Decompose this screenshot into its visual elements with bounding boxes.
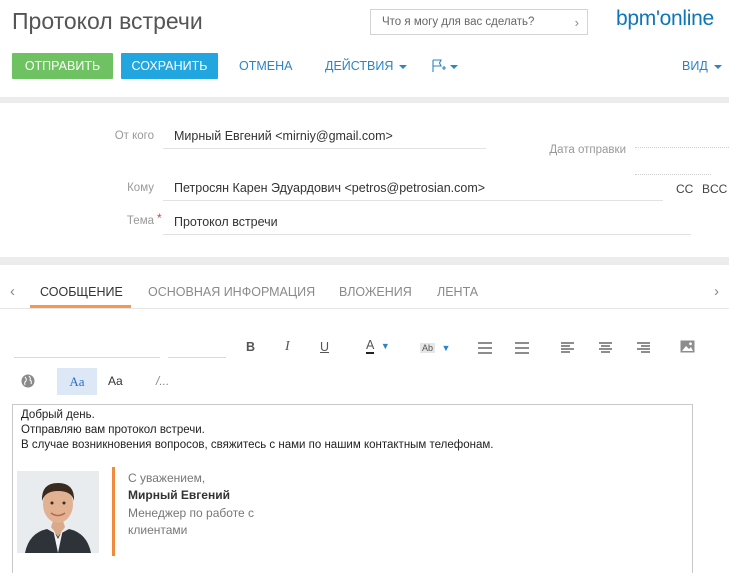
italic-button[interactable]: I (285, 339, 290, 355)
caret-down-icon (450, 64, 458, 69)
person-photo-icon (17, 471, 99, 553)
signature-photo (17, 471, 99, 553)
subject-field[interactable]: Протокол встречи (174, 215, 278, 229)
highlight-button[interactable]: Ab ▼ (420, 340, 450, 354)
subject-label: Тема (126, 215, 154, 227)
cancel-button[interactable]: ОТМЕНА (239, 53, 292, 79)
message-line: Добрый день. (21, 409, 95, 421)
bullet-list-button[interactable] (515, 342, 529, 354)
to-field[interactable]: Петросян Карен Эдуардович <petros@petros… (174, 181, 485, 195)
tab-attachments[interactable]: ВЛОЖЕНИЯ (339, 285, 412, 299)
message-line: В случае возникновения вопросов, свяжите… (21, 439, 494, 451)
tab-main-info[interactable]: ОСНОВНАЯ ИНФОРМАЦИЯ (148, 285, 315, 299)
view-dropdown[interactable]: ВИД (682, 53, 722, 79)
cc-button[interactable]: CC (676, 182, 693, 196)
from-label: От кого (114, 130, 154, 142)
actions-dropdown[interactable]: ДЕЙСТВИЯ (325, 53, 408, 79)
caret-down-icon (713, 64, 722, 69)
sent-time-field[interactable] (635, 174, 711, 175)
font-family-select[interactable] (14, 357, 160, 358)
required-marker: * (157, 211, 162, 225)
sent-date-label: Дата отправки (549, 144, 626, 156)
align-right-button[interactable] (637, 342, 650, 353)
active-tab-indicator (30, 305, 131, 308)
align-center-icon (599, 342, 612, 353)
caret-down-icon (399, 64, 408, 69)
from-field[interactable]: Мирный Евгений <mirniy@gmail.com> (174, 129, 393, 143)
from-underline (163, 148, 486, 149)
globe-icon (21, 374, 35, 388)
flag-dropdown[interactable] (431, 53, 458, 79)
font-size-select[interactable] (168, 357, 226, 358)
bullet-list-icon (515, 342, 529, 354)
rich-text-mode-button[interactable]: Aa (57, 368, 97, 395)
logo: bpm'online (616, 7, 714, 30)
search-placeholder: Что я могу для вас сделать? (382, 16, 535, 28)
section-divider (0, 97, 729, 103)
to-label: Кому (127, 182, 154, 194)
signature-position: Менеджер по работе с (128, 506, 255, 520)
image-icon (680, 340, 695, 353)
tabs-right-arrow-icon[interactable]: › (714, 283, 719, 300)
subject-underline (163, 234, 691, 235)
sent-date-field[interactable] (635, 147, 729, 148)
actions-label: ДЕЙСТВИЯ (325, 59, 394, 73)
align-left-button[interactable] (561, 342, 574, 353)
view-label: ВИД (682, 59, 708, 73)
caret-down-icon: ▼ (441, 343, 451, 353)
signature-name: Мирный Евгений (128, 488, 230, 502)
send-button[interactable]: ОТПРАВИТЬ (12, 53, 113, 79)
align-left-icon (561, 342, 574, 353)
plain-text-mode-button[interactable]: Aa (108, 374, 123, 388)
chevron-right-icon: › (574, 14, 579, 30)
flag-add-icon (432, 59, 446, 72)
save-button[interactable]: СОХРАНИТЬ (121, 53, 218, 79)
section-divider (0, 257, 729, 265)
signature-accent-bar (112, 467, 115, 556)
highlight-icon: Ab (420, 343, 436, 353)
caret-down-icon: ▼ (380, 341, 390, 351)
signature-position: клиентами (128, 523, 188, 537)
align-center-button[interactable] (599, 342, 612, 353)
bold-button[interactable]: B (246, 340, 255, 354)
font-color-icon: A (366, 338, 375, 354)
font-color-button[interactable]: A ▼ (366, 338, 390, 354)
tab-feed[interactable]: ЛЕНТА (437, 285, 478, 299)
globe-button[interactable] (21, 374, 35, 393)
to-underline (163, 200, 663, 201)
underline-button[interactable]: U (320, 340, 329, 354)
source-code-button[interactable]: /... (156, 374, 169, 388)
page-title: Протокол встречи (12, 8, 203, 34)
insert-image-button[interactable] (680, 340, 695, 358)
bcc-button[interactable]: BCC (702, 182, 727, 196)
signature-regards: С уважением, (128, 471, 206, 485)
numbered-list-button[interactable] (478, 342, 492, 354)
numbered-list-icon (478, 342, 492, 354)
message-line: Отправляю вам протокол встречи. (21, 424, 205, 436)
tabs-left-arrow-icon[interactable]: ‹ (10, 283, 15, 300)
tabs-divider (0, 308, 729, 309)
search-input[interactable]: Что я могу для вас сделать? › (370, 9, 588, 35)
tab-message[interactable]: СООБЩЕНИЕ (40, 285, 123, 299)
align-right-icon (637, 342, 650, 353)
